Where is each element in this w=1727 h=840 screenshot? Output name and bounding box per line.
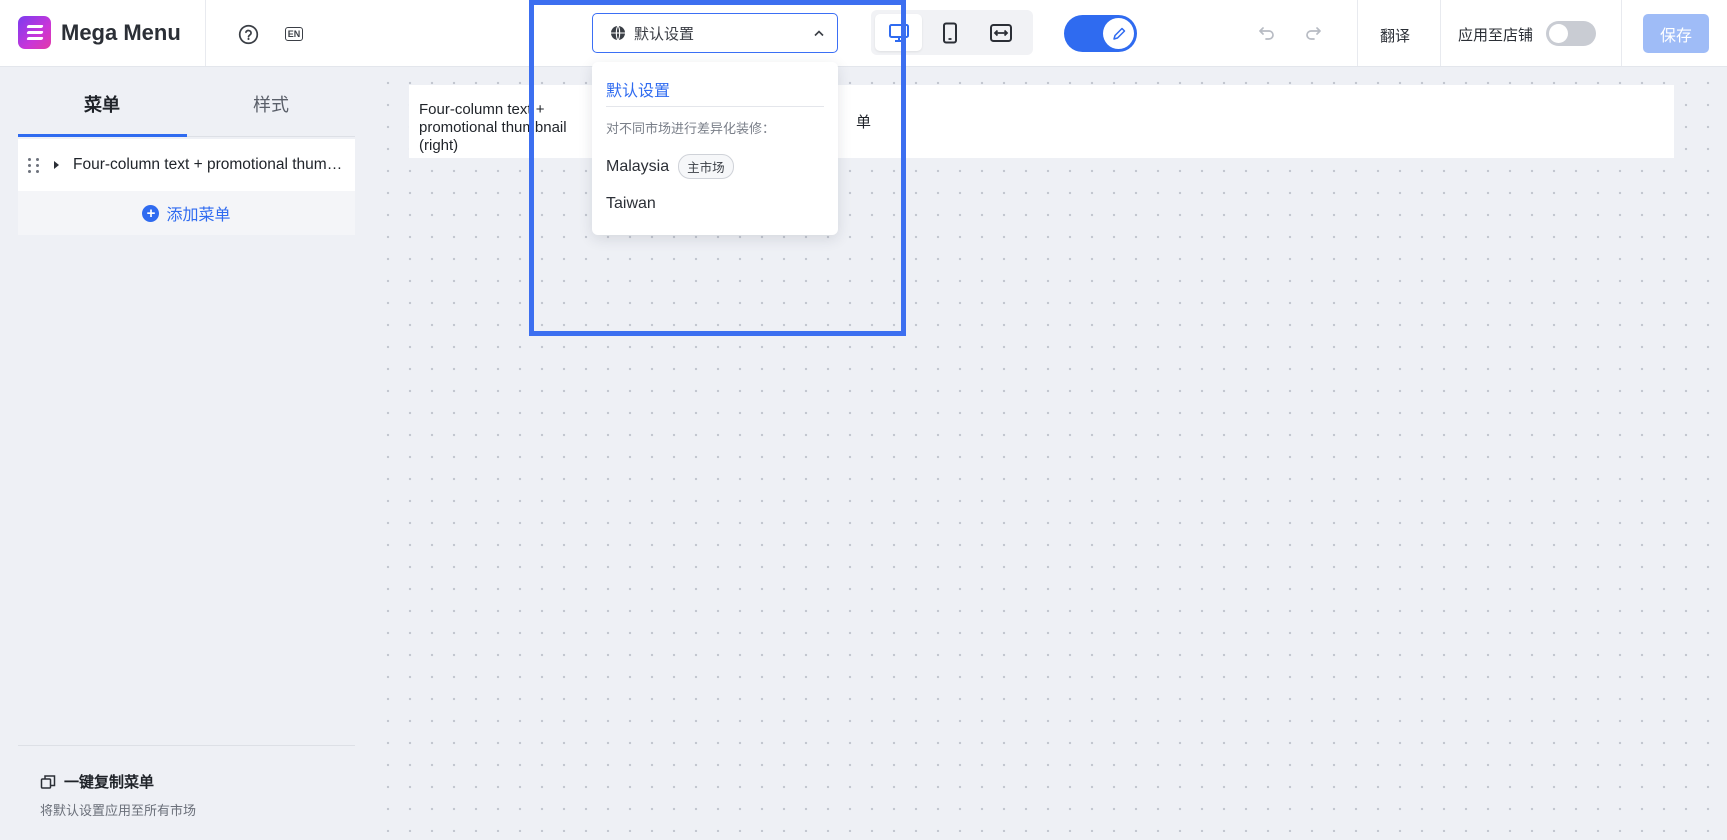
menu-list-item[interactable]: Four-column text + promotional thumbnail… xyxy=(18,139,355,191)
primary-market-badge: 主市场 xyxy=(678,154,734,179)
globe-icon xyxy=(611,25,625,41)
edit-mode-toggle[interactable] xyxy=(1064,15,1137,52)
preview-menu-item-tail: 单 xyxy=(856,114,872,131)
market-option-default[interactable]: 默认设置 xyxy=(606,77,670,101)
divider xyxy=(205,0,206,66)
preview-canvas: Four-column text + promotional thumbnail… xyxy=(372,67,1713,832)
chevron-up-icon xyxy=(814,30,824,37)
mega-menu-logo-icon xyxy=(18,16,51,49)
mobile-view-button[interactable] xyxy=(926,14,973,51)
divider xyxy=(18,745,355,746)
desktop-icon xyxy=(888,23,909,42)
market-select-value: 默认设置 xyxy=(634,25,695,43)
market-option-malaysia[interactable]: Malaysia 主市场 xyxy=(606,154,734,179)
divider xyxy=(606,106,824,107)
menu-item-label: Four-column text + promotional thumbnail… xyxy=(73,156,343,173)
divider xyxy=(1440,0,1441,66)
redo-button[interactable] xyxy=(1302,22,1324,44)
market-option-taiwan[interactable]: Taiwan xyxy=(606,195,656,213)
divider xyxy=(1621,0,1622,66)
mobile-icon xyxy=(942,22,957,43)
sidebar-tabs: 菜单 样式 xyxy=(18,67,355,138)
add-menu-button[interactable]: + 添加菜单 xyxy=(18,191,355,235)
undo-button[interactable] xyxy=(1256,22,1278,44)
copy-menu-title: 一键复制菜单 xyxy=(64,774,155,791)
tab-menu[interactable]: 菜单 xyxy=(84,91,120,117)
market-option-label: Malaysia xyxy=(606,157,670,175)
pencil-icon xyxy=(1112,27,1125,40)
market-dropdown: 默认设置 对不同市场进行差异化装修： Malaysia 主市场 Taiwan xyxy=(592,62,838,235)
language-button[interactable]: EN xyxy=(281,22,307,46)
desktop-view-button[interactable] xyxy=(875,14,923,51)
brand: Mega Menu xyxy=(18,16,181,49)
expand-width-icon xyxy=(990,23,1013,42)
preview-menu-item[interactable]: Four-column text + promotional thumbnail… xyxy=(419,101,609,155)
market-option-label: Taiwan xyxy=(606,195,656,212)
redo-icon xyxy=(1306,27,1321,40)
apply-to-store-label: 应用至店铺 xyxy=(1458,27,1534,44)
help-icon[interactable] xyxy=(236,22,260,46)
drag-handle-icon[interactable] xyxy=(28,157,40,173)
copy-icon xyxy=(40,774,56,789)
active-tab-indicator xyxy=(18,134,187,137)
top-bar: Mega Menu EN 默认设置 翻译 应用至店铺 保存 xyxy=(0,0,1727,67)
expand-caret-icon[interactable] xyxy=(54,161,59,169)
market-hint: 对不同市场进行差异化装修： xyxy=(606,121,776,136)
sidebar: 菜单 样式 Four-column text + promotional thu… xyxy=(0,67,372,840)
undo-icon xyxy=(1259,27,1274,40)
plus-circle-icon: + xyxy=(142,204,160,222)
apply-to-store-toggle[interactable] xyxy=(1546,21,1596,46)
app-title: Mega Menu xyxy=(61,19,181,45)
copy-menu-button[interactable]: 一键复制菜单 xyxy=(40,771,154,792)
language-icon: EN xyxy=(284,27,304,41)
market-select[interactable]: 默认设置 xyxy=(592,13,838,53)
divider xyxy=(1357,0,1358,66)
fullwidth-view-button[interactable] xyxy=(978,14,1025,51)
translate-button[interactable]: 翻译 xyxy=(1380,25,1410,46)
tab-style[interactable]: 样式 xyxy=(253,91,289,117)
copy-menu-description: 将默认设置应用至所有市场 xyxy=(40,803,197,818)
save-button[interactable]: 保存 xyxy=(1643,14,1709,53)
device-switcher xyxy=(871,10,1033,55)
add-menu-label: 添加菜单 xyxy=(166,207,231,224)
